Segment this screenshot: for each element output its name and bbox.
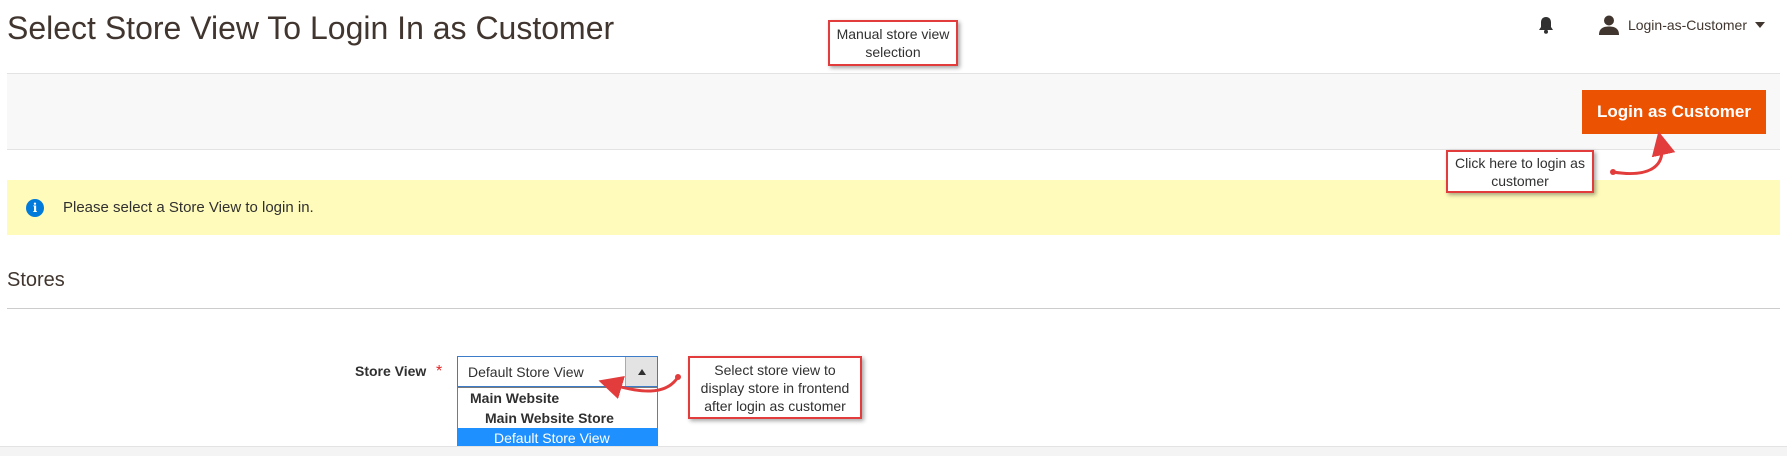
annotation-click-login: Click here to login as customer [1446,150,1594,193]
bell-icon[interactable] [1536,14,1556,36]
section-divider [7,308,1780,309]
section-title: Stores [7,269,65,291]
store-view-label: Store View [355,363,427,379]
user-name: Login-as-Customer [1627,17,1747,33]
header-actions: Login-as-Customer [1536,14,1765,36]
info-icon: i [26,198,44,217]
option-default-store-view[interactable]: Default Store View [458,428,657,448]
required-mark: * [436,363,443,380]
footer-divider [0,446,1787,456]
store-view-select[interactable]: Default Store View [457,356,658,387]
optgroup-main-website: Main Website [470,390,560,406]
optgroup-main-website-store: Main Website Store [485,410,614,426]
store-view-selected-value: Default Store View [468,363,584,380]
page-title: Select Store View To Login In as Custome… [7,10,615,46]
annotation-manual-selection: Manual store view selection [828,20,958,66]
user-icon [1598,15,1619,35]
store-view-dropdown: Main Website Main Website Store Default … [457,387,658,449]
annotation-select-store: Select store view to display store in fr… [688,356,862,419]
user-menu[interactable]: Login-as-Customer [1598,14,1765,36]
triangle-up-icon [637,368,646,375]
arrow-dot-login [1610,169,1616,175]
page-actions-bar: Login as Customer [7,73,1780,150]
chevron-down-icon [1755,22,1765,28]
select-toggle[interactable] [625,357,657,386]
login-as-customer-button[interactable]: Login as Customer [1582,90,1766,134]
message-text: Please select a Store View to login in. [63,199,314,216]
arrow-dot-select [675,374,681,380]
